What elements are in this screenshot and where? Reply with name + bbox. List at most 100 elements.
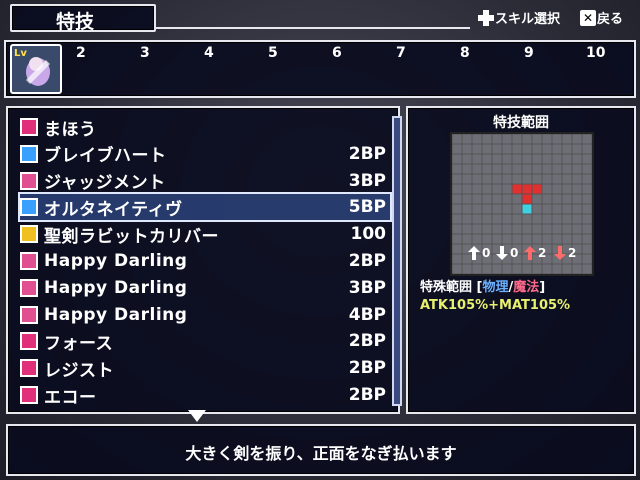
grid-cell <box>582 224 592 234</box>
damage-formula: ATK105%+MAT105% <box>420 298 571 313</box>
grid-cell <box>572 144 582 154</box>
grid-cell <box>562 194 572 204</box>
title-underline <box>154 27 470 29</box>
grid-cell <box>572 194 582 204</box>
skill-row[interactable]: オルタネイティヴ 5BP <box>18 192 392 223</box>
grid-cell <box>562 234 572 244</box>
skill-row[interactable]: エコー 2BP <box>20 382 390 408</box>
grid-cell <box>572 154 582 164</box>
grid-cell <box>492 264 502 274</box>
grid-cell <box>472 154 482 164</box>
scroll-down-arrow-icon[interactable] <box>188 410 206 422</box>
skill-row[interactable]: Happy Darling 3BP <box>20 275 390 301</box>
grid-cell <box>522 184 532 194</box>
grid-cell <box>532 204 542 214</box>
grid-cell <box>582 244 592 254</box>
skill-icon <box>20 198 38 217</box>
skill-row[interactable]: Happy Darling 2BP <box>20 248 390 274</box>
party-slot-9[interactable]: 9 <box>524 45 534 61</box>
grid-cell <box>502 134 512 144</box>
range-panel: 特技範囲 0 0 2 2 特殊範囲 [物理/魔法] ATK105%+MAT105… <box>406 106 636 414</box>
grid-cell <box>452 214 462 224</box>
back-label: 戻る <box>597 12 624 27</box>
skill-icon <box>20 278 38 297</box>
grid-cell <box>512 214 522 224</box>
grid-cell <box>492 134 502 144</box>
up-arrow-icon <box>468 246 480 260</box>
grid-cell <box>542 214 552 224</box>
grid-cell <box>562 144 572 154</box>
grid-cell <box>472 164 482 174</box>
grid-cell <box>512 174 522 184</box>
party-slot-3[interactable]: 3 <box>140 45 150 61</box>
grid-cell <box>462 144 472 154</box>
grid-cell <box>582 134 592 144</box>
skill-name: まほう <box>44 119 97 140</box>
grid-cell <box>582 194 592 204</box>
grid-cell <box>582 254 592 264</box>
page-title: 特技 <box>56 11 95 33</box>
party-slot-active[interactable]: Lv <box>10 44 62 94</box>
skill-row[interactable]: ブレイブハート 2BP <box>20 141 390 167</box>
grid-cell <box>482 154 492 164</box>
grid-cell <box>482 264 492 274</box>
party-slot-5[interactable]: 5 <box>268 45 278 61</box>
skill-row[interactable]: 聖剣ラビットカリバー 100 <box>20 221 390 247</box>
grid-cell <box>462 224 472 234</box>
grid-cell <box>472 174 482 184</box>
grid-cell <box>522 204 532 214</box>
grid-cell <box>542 194 552 204</box>
grid-cell <box>532 164 542 174</box>
party-slot-7[interactable]: 7 <box>396 45 406 61</box>
grid-cell <box>582 164 592 174</box>
skill-icon <box>20 171 38 190</box>
party-slot-4[interactable]: 4 <box>204 45 214 61</box>
skill-cost: 2BP <box>348 358 386 379</box>
grid-cell <box>572 264 582 274</box>
grid-cell <box>572 174 582 184</box>
grid-cell <box>502 264 512 274</box>
skill-icon <box>20 359 38 378</box>
grid-cell <box>452 224 462 234</box>
grid-cell <box>502 204 512 214</box>
grid-cell <box>462 194 472 204</box>
skill-select-hint[interactable]: スキル選択 <box>478 8 560 27</box>
grid-cell <box>462 154 472 164</box>
grid-cell <box>522 214 532 224</box>
grid-cell <box>522 224 532 234</box>
grid-cell <box>552 134 562 144</box>
grid-cell <box>562 134 572 144</box>
back-hint[interactable]: ✕ 戻る <box>580 8 623 27</box>
dpad-icon <box>478 9 494 26</box>
grid-cell <box>542 154 552 164</box>
skill-row[interactable]: フォース 2BP <box>20 328 390 354</box>
skill-name: 聖剣ラビットカリバー <box>44 226 219 247</box>
skill-row[interactable]: ジャッジメント 3BP <box>20 168 390 194</box>
skill-icon <box>20 225 38 244</box>
skill-icon <box>20 332 38 351</box>
grid-cell <box>512 204 522 214</box>
party-slot-6[interactable]: 6 <box>332 45 342 61</box>
grid-cell <box>552 234 562 244</box>
skill-row[interactable]: レジスト 2BP <box>20 355 390 381</box>
party-slot-10[interactable]: 10 <box>586 45 605 61</box>
grid-cell <box>512 264 522 274</box>
grid-cell <box>462 264 472 274</box>
skill-row[interactable]: Happy Darling 4BP <box>20 302 390 328</box>
title-bar: 特技 <box>10 4 156 33</box>
skill-row[interactable]: まほう <box>20 114 390 140</box>
grid-cell <box>512 144 522 154</box>
grid-cell <box>582 264 592 274</box>
grid-cell <box>542 164 552 174</box>
special-range-label: 特殊範囲 [物理/魔法] <box>420 280 546 295</box>
grid-cell <box>502 184 512 194</box>
grid-cell <box>452 174 462 184</box>
party-slot-2[interactable]: 2 <box>76 45 86 61</box>
grid-cell <box>472 224 482 234</box>
grid-cell <box>472 184 482 194</box>
grid-cell <box>582 234 592 244</box>
scrollbar[interactable] <box>392 116 402 406</box>
grid-cell <box>462 164 472 174</box>
party-slot-8[interactable]: 8 <box>460 45 470 61</box>
grid-cell <box>482 134 492 144</box>
